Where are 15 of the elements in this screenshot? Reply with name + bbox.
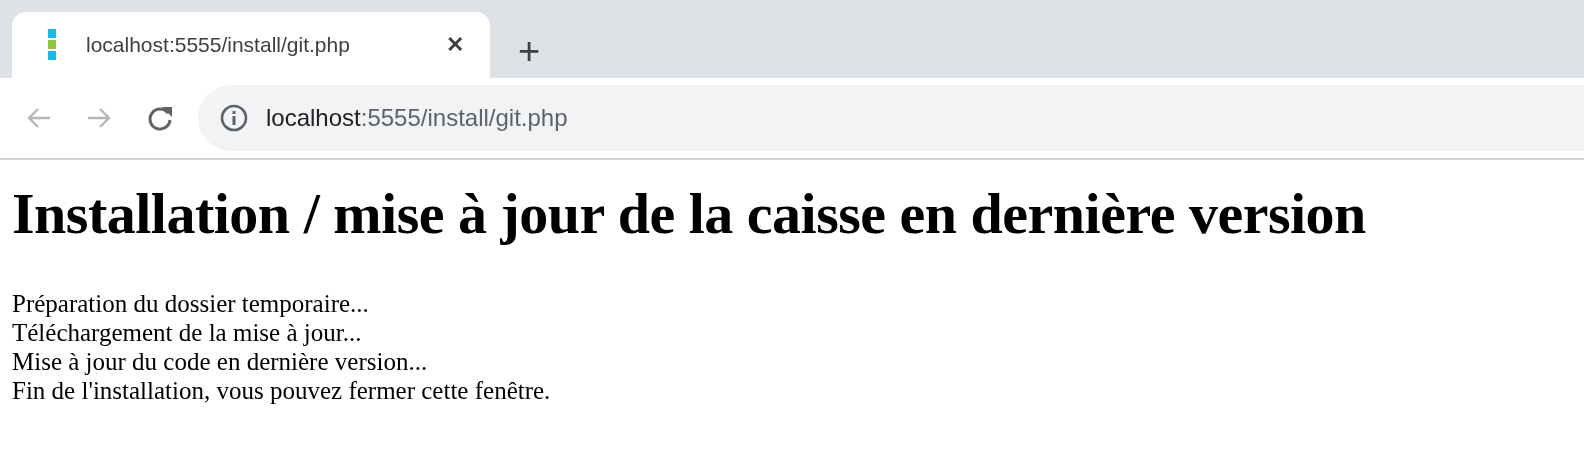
tab-title: localhost:5555/install/git.php <box>86 33 351 57</box>
status-line: Mise à jour du code en dernière version... <box>12 347 429 376</box>
reload-icon[interactable] <box>146 104 174 132</box>
url-host: localhost <box>266 104 361 131</box>
info-icon <box>220 104 248 132</box>
browser-tab[interactable]: localhost:5555/install/git.php ✕ <box>12 12 490 78</box>
status-line: Fin de l'installation, vous pouvez fermer cette fenêtre. <box>12 376 552 405</box>
new-tab-button[interactable]: + <box>512 32 547 70</box>
close-tab-button[interactable]: ✕ <box>442 32 468 58</box>
favicon-icon <box>48 29 56 61</box>
status-line: Préparation du dossier temporaire... <box>12 289 370 318</box>
page-heading: Installation / mise à jour de la caisse en dernière version <box>12 180 1367 247</box>
address-bar[interactable]: localhost:5555/install/git.php <box>198 85 1584 151</box>
status-line: Téléchargement de la mise à jour... <box>12 318 363 347</box>
url-path: :5555/install/git.php <box>360 104 568 131</box>
